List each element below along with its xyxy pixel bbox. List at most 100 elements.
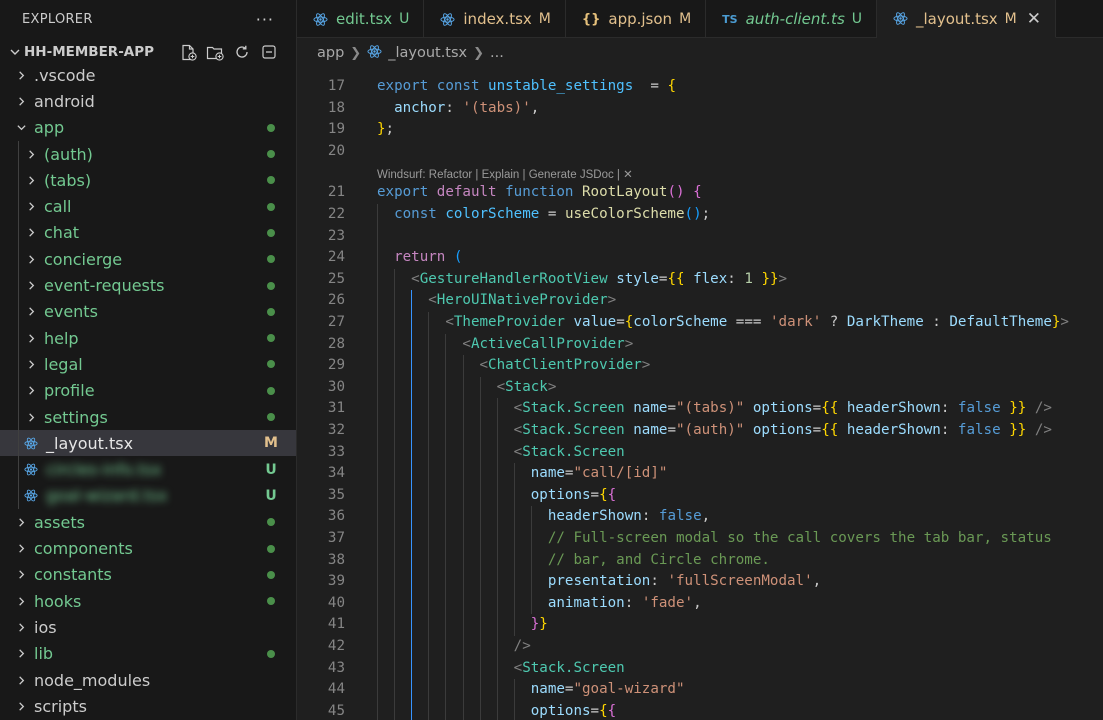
breadcrumb-folder[interactable]: app	[317, 45, 344, 61]
chevron-right-icon: ❯	[350, 45, 362, 61]
breadcrumb-file[interactable]: _layout.tsx	[388, 45, 467, 61]
code-line[interactable]: 33 <Stack.Screen	[297, 442, 1103, 464]
react-icon	[440, 12, 455, 27]
code-line[interactable]: 19};	[297, 119, 1103, 141]
code-line[interactable]: 38 // bar, and Circle chrome.	[297, 550, 1103, 572]
codelens-actions[interactable]: Windsurf: Refactor | Explain | Generate …	[377, 167, 633, 181]
code-line[interactable]: 39 presentation: 'fullScreenModal',	[297, 571, 1103, 593]
tree-folder-events[interactable]: events	[0, 299, 296, 325]
code-line[interactable]: 45 options={{	[297, 701, 1103, 720]
react-icon	[893, 11, 908, 26]
tree-file-goal-wizard-tsx[interactable]: goal-wizard.tsx U	[0, 483, 296, 509]
code-line[interactable]: 32 <Stack.Screen name="(auth)" options={…	[297, 420, 1103, 442]
tree-folder-android[interactable]: android	[0, 88, 296, 114]
tree-folder-ios[interactable]: ios	[0, 614, 296, 640]
new-file-icon[interactable]	[179, 43, 197, 61]
line-number: 19	[327, 121, 345, 138]
tab-auth-client-ts[interactable]: TS auth-client.ts U	[706, 0, 878, 38]
line-number: 44	[327, 681, 345, 698]
code-line[interactable]: 20	[297, 141, 1103, 163]
tree-folder-assets[interactable]: assets	[0, 509, 296, 535]
tab-index-tsx[interactable]: index.tsx M	[424, 0, 566, 38]
code-line[interactable]: 22 const colorScheme = useColorScheme();	[297, 204, 1103, 226]
tree-file-circles-info-tsx[interactable]: circles-info.tsx U	[0, 457, 296, 483]
git-status-dot	[264, 593, 278, 609]
tab-layout-tsx[interactable]: _layout.tsx M ✕	[877, 0, 1057, 38]
chevron-right-icon: ❯	[473, 45, 485, 61]
line-number: 43	[327, 659, 345, 676]
code-line[interactable]: 28 <ActiveCallProvider>	[297, 334, 1103, 356]
git-status-dot	[264, 278, 278, 294]
more-actions-icon[interactable]: ···	[256, 10, 274, 29]
git-status-dot	[264, 172, 278, 188]
code-line[interactable]: 27 <ThemeProvider value={colorScheme ===…	[297, 312, 1103, 334]
tree-item-label: assets	[34, 512, 85, 532]
code-line[interactable]: 43 <Stack.Screen	[297, 658, 1103, 680]
close-icon[interactable]: ✕	[1027, 9, 1041, 29]
code-line[interactable]: 29 <ChatClientProvider>	[297, 355, 1103, 377]
line-number: 25	[327, 270, 345, 287]
project-name: HH-MEMBER-APP	[24, 44, 155, 60]
code-line[interactable]: 30 <Stack>	[297, 377, 1103, 399]
tree-folder-hooks[interactable]: hooks	[0, 588, 296, 614]
tree-folder-tabs[interactable]: (tabs)	[0, 167, 296, 193]
code-line[interactable]: 42 />	[297, 636, 1103, 658]
tree-folder-vscode[interactable]: .vscode	[0, 62, 296, 88]
tree-folder-settings[interactable]: settings	[0, 404, 296, 430]
line-number: 30	[327, 378, 345, 395]
tree-item-label: (tabs)	[44, 170, 92, 190]
code-line[interactable]: 17 export const unstable_settings = {	[297, 76, 1103, 98]
line-number: 27	[327, 314, 345, 330]
code-line[interactable]: 36 headerShown: false,	[297, 506, 1103, 528]
git-status-dot	[264, 225, 278, 241]
tab-app-json[interactable]: {} app.json M	[566, 0, 707, 38]
code-line[interactable]: 35 options={{	[297, 485, 1103, 507]
tree-file-layout-tsx[interactable]: _layout.tsx M	[0, 430, 296, 457]
code-line[interactable]: 26 <HeroUINativeProvider>	[297, 290, 1103, 312]
tree-folder-auth[interactable]: (auth)	[0, 141, 296, 167]
tree-folder-lib[interactable]: lib	[0, 641, 296, 667]
breadcrumb-trail[interactable]: ...	[490, 45, 504, 61]
tree-folder-concierge[interactable]: concierge	[0, 246, 296, 272]
code-text: return (	[394, 249, 463, 266]
react-icon	[24, 462, 38, 477]
line-number: 31	[327, 400, 345, 417]
code-line[interactable]: 23	[297, 226, 1103, 248]
tree-folder-call[interactable]: call	[0, 194, 296, 220]
new-folder-icon[interactable]	[206, 43, 224, 61]
code-line[interactable]: 44 name="goal-wizard"	[297, 679, 1103, 701]
code-line[interactable]: 31 <Stack.Screen name="(tabs)" options={…	[297, 398, 1103, 420]
code-line[interactable]: 18 anchor: '(tabs)',	[297, 98, 1103, 120]
tree-folder-scripts[interactable]: scripts	[0, 693, 296, 719]
tree-folder-node-modules[interactable]: node_modules	[0, 667, 296, 693]
code-line[interactable]: 34 name="call/[id]"	[297, 463, 1103, 485]
tree-item-label: legal	[44, 354, 83, 374]
tree-folder-app[interactable]: app	[0, 115, 296, 141]
tree-folder-legal[interactable]: legal	[0, 351, 296, 377]
tree-folder-chat[interactable]: chat	[0, 220, 296, 246]
collapse-all-icon[interactable]	[260, 43, 278, 61]
tree-folder-components[interactable]: components	[0, 535, 296, 561]
indent-guide	[377, 204, 378, 720]
code-line[interactable]: 40 animation: 'fade',	[297, 593, 1103, 615]
refresh-icon[interactable]	[233, 43, 251, 61]
code-line[interactable]: 25 <GestureHandlerRootView style={{ flex…	[297, 269, 1103, 291]
chevron-down-icon	[6, 46, 24, 58]
breadcrumb: app ❯ _layout.tsx ❯ ...	[297, 38, 1103, 68]
tab-edit-tsx[interactable]: edit.tsx U	[297, 0, 425, 38]
code-line[interactable]: 21 export default function RootLayout() {	[297, 182, 1103, 204]
code-line[interactable]: 24 return (	[297, 247, 1103, 269]
tree-item-label: chat	[44, 223, 80, 243]
line-number: 39	[327, 573, 345, 590]
line-number: 20	[327, 142, 345, 159]
code-line[interactable]: 41 }}	[297, 614, 1103, 636]
chevron-right-icon	[14, 596, 28, 607]
tree-folder-constants[interactable]: constants	[0, 562, 296, 588]
code-line[interactable]: 37 // Full-screen modal so the call cove…	[297, 528, 1103, 550]
tree-folder-profile[interactable]: profile	[0, 378, 296, 404]
code-text: <ThemeProvider value={colorScheme === 'd…	[445, 314, 1069, 330]
code-editor[interactable]: app ❯ _layout.tsx ❯ ... 17 export const u…	[297, 38, 1103, 720]
tree-folder-help[interactable]: help	[0, 325, 296, 351]
tree-folder-event-requests[interactable]: event-requests	[0, 272, 296, 298]
explorer-header: EXPLORER ···	[0, 0, 296, 38]
